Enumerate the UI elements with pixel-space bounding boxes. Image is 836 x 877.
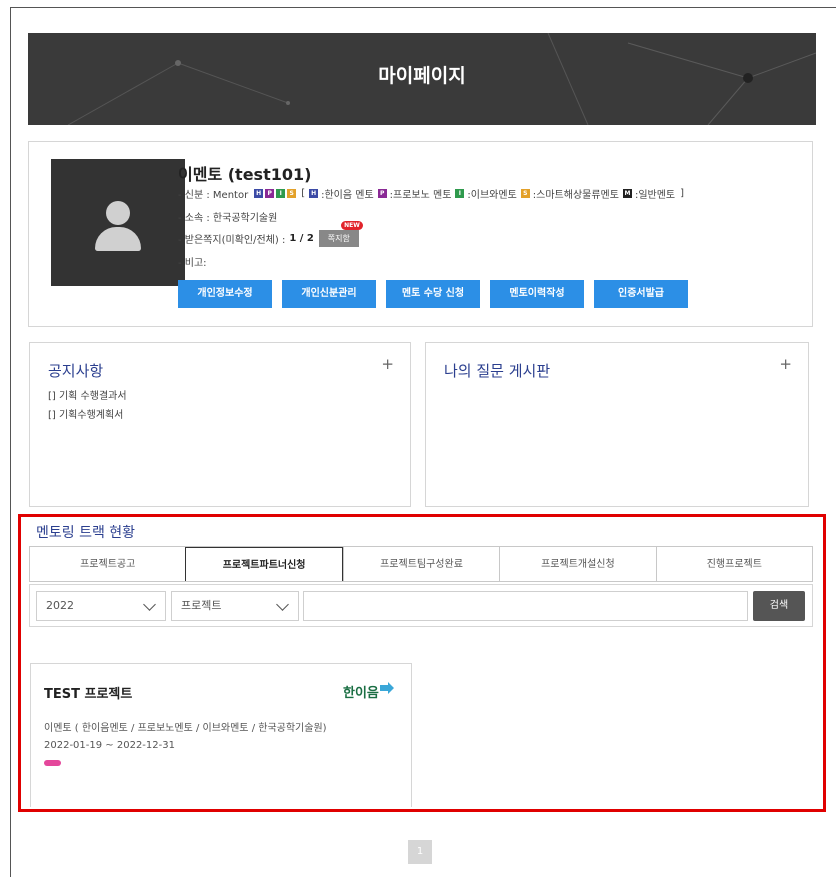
avatar	[51, 159, 185, 286]
legend-label-s: :스마트해상물류멘토	[532, 190, 619, 201]
project-members: 이멘토 ( 한이음멘토 / 프로보노멘토 / 이브와멘토 / 한국공학기술원)	[44, 723, 327, 734]
legend-open: [	[301, 188, 306, 199]
type-select[interactable]: 프로젝트	[171, 591, 299, 621]
role-badge-s: S	[287, 189, 297, 198]
profile-card: 이멘토 (test101) - 신분 : Mentor H P I S [ H …	[28, 141, 813, 327]
profile-name: 이멘토 (test101)	[178, 165, 312, 184]
qna-title: 나의 질문 게시판	[444, 362, 551, 380]
hanium-logo: 한이음	[343, 681, 394, 701]
notice-more-plus-icon[interactable]: +	[381, 355, 394, 373]
legend-badge-p: P	[377, 189, 387, 198]
qna-board: 나의 질문 게시판 +	[425, 342, 809, 507]
role-badge-i: I	[276, 189, 286, 198]
project-meta: 이멘토 ( 한이음멘토 / 프로보노멘토 / 이브와멘토 / 한국공학기술원) …	[44, 720, 327, 754]
page-banner: 마이페이지	[28, 33, 816, 125]
track-filter-bar: 2022 프로젝트 검색	[29, 584, 813, 627]
project-status-tag	[44, 760, 61, 766]
project-card[interactable]: TEST 프로젝트 한이음 이멘토 ( 한이음멘토 / 프로보노멘토 / 이브와…	[30, 663, 412, 807]
message-box-button[interactable]: 쪽지함 NEW	[318, 221, 363, 247]
notice-list: [] 기획 수행결과서 [] 기획수행계획서	[48, 387, 127, 425]
profile-messages-row: - 받은쪽지(미확인/전체) : 1 / 2 쪽지함 NEW	[178, 221, 363, 247]
messages-count: 1 / 2	[289, 233, 314, 244]
tab-project-open-request[interactable]: 프로젝트개설신청	[499, 547, 656, 581]
legend-label-p: :프로보노 멘토	[389, 190, 452, 201]
qna-more-plus-icon[interactable]: +	[779, 355, 792, 373]
year-select[interactable]: 2022	[36, 591, 166, 621]
profile-actions: 개인정보수정 개인신분관리 멘토 수당 신청 멘토이력작성 인증서발급	[178, 280, 688, 308]
legend-label-i: :이브와멘토	[467, 190, 517, 201]
pagination-page[interactable]: 1	[408, 840, 432, 864]
profile-note: - 비고:	[178, 258, 207, 269]
logo-arrow-icon	[379, 681, 394, 694]
new-badge: NEW	[341, 221, 363, 230]
role-badge-h: H	[254, 189, 264, 198]
tab-project-notice[interactable]: 프로젝트공고	[30, 547, 186, 581]
manage-identity-button[interactable]: 개인신분관리	[282, 280, 376, 308]
user-silhouette-icon	[106, 201, 130, 225]
search-button[interactable]: 검색	[753, 591, 805, 621]
legend-badge-i: I	[455, 189, 465, 198]
legend-badge-h: H	[309, 189, 319, 198]
notice-item[interactable]: [] 기획 수행결과서	[48, 387, 127, 406]
mentor-history-button[interactable]: 멘토이력작성	[490, 280, 584, 308]
role-badge-p: P	[265, 189, 275, 198]
track-title: 멘토링 트랙 현황	[36, 525, 136, 541]
legend-label-m: :일반멘토	[634, 190, 676, 201]
certificate-button[interactable]: 인증서발급	[594, 280, 688, 308]
profile-affiliation: - 소속 : 한국공학기술원	[178, 213, 278, 224]
tab-ongoing-projects[interactable]: 진행프로젝트	[655, 547, 813, 581]
search-input[interactable]	[303, 591, 748, 621]
profile-role-row: - 신분 : Mentor H P I S [ H :한이음 멘토 P :프로보…	[178, 186, 684, 201]
legend-badge-s: S	[520, 189, 530, 198]
track-tabs: 프로젝트공고 프로젝트파트너신청 프로젝트팀구성완료 프로젝트개설신청 진행프로…	[29, 546, 813, 582]
notice-item[interactable]: [] 기획수행계획서	[48, 406, 127, 425]
project-period: 2022-01-19 ~ 2022-12-31	[44, 740, 175, 751]
tab-partner-application[interactable]: 프로젝트파트너신청	[185, 547, 343, 581]
chevron-down-icon	[276, 598, 289, 611]
chevron-down-icon	[143, 598, 156, 611]
page-title: 마이페이지	[378, 65, 466, 87]
mentor-allowance-button[interactable]: 멘토 수당 신청	[386, 280, 480, 308]
legend-close: ]	[680, 188, 685, 199]
legend-label-h: :한이음 멘토	[321, 190, 374, 201]
notice-board: 공지사항 + [] 기획 수행결과서 [] 기획수행계획서	[29, 342, 411, 507]
edit-profile-button[interactable]: 개인정보수정	[178, 280, 272, 308]
role-label: - 신분 : Mentor	[178, 190, 249, 201]
legend-badge-m: M	[622, 189, 632, 198]
tab-team-complete[interactable]: 프로젝트팀구성완료	[342, 547, 500, 581]
messages-label: - 받은쪽지(미확인/전체) :	[178, 235, 286, 246]
project-title: TEST 프로젝트	[44, 687, 133, 702]
notice-title: 공지사항	[48, 362, 104, 380]
